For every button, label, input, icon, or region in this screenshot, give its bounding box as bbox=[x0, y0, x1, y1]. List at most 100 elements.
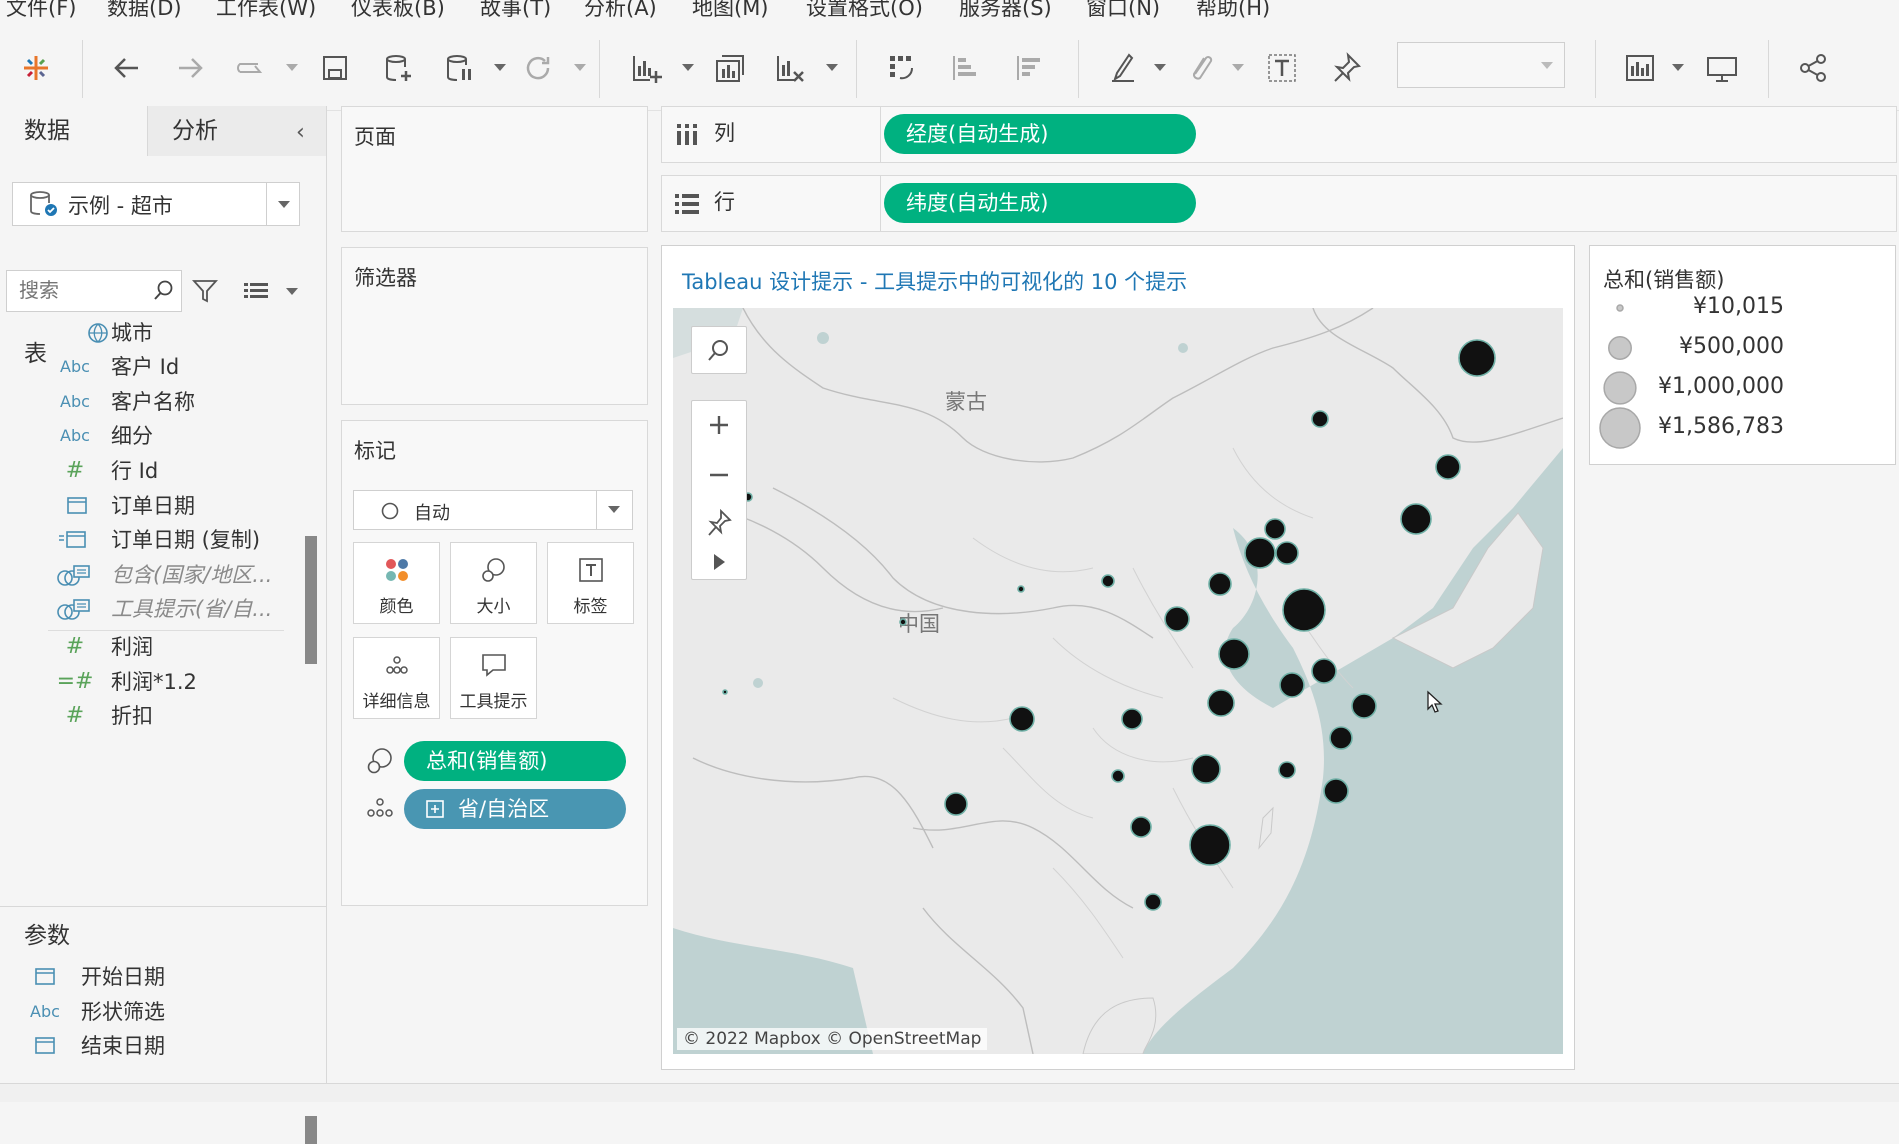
columns-shelf[interactable]: 列 bbox=[661, 106, 1897, 163]
duplicate-sheet-icon[interactable] bbox=[710, 48, 750, 88]
province-mark[interactable] bbox=[1218, 638, 1250, 670]
province-mark[interactable] bbox=[1244, 537, 1276, 569]
province-mark[interactable] bbox=[1264, 518, 1286, 540]
pause-updates-icon[interactable] bbox=[440, 48, 480, 88]
menu-window[interactable]: 窗口(N) bbox=[1086, 0, 1160, 18]
params-scrollbar[interactable] bbox=[305, 1116, 317, 1144]
share-icon[interactable] bbox=[1793, 48, 1833, 88]
field-item[interactable]: # 行 Id bbox=[0, 451, 300, 491]
zoom-in-icon[interactable] bbox=[707, 413, 731, 437]
province-mark[interactable] bbox=[1275, 541, 1299, 565]
field-item[interactable]: 工具提示(省/自... bbox=[0, 589, 300, 629]
search-input[interactable] bbox=[17, 279, 151, 304]
province-mark[interactable] bbox=[1208, 572, 1232, 596]
show-me-dropdown-icon[interactable] bbox=[1672, 64, 1684, 71]
field-item[interactable]: 订单日期 (复制) bbox=[0, 520, 300, 560]
province-mark[interactable] bbox=[1121, 708, 1143, 730]
datasource-selector[interactable]: 示例 - 超市 bbox=[12, 182, 300, 226]
province-mark[interactable] bbox=[1144, 893, 1162, 911]
province-mark[interactable] bbox=[1311, 658, 1337, 684]
map[interactable]: 蒙古 中国 © 2022 Mapbox © OpenStreetMap bbox=[673, 308, 1563, 1054]
redo-icon[interactable] bbox=[170, 48, 210, 88]
pause-updates-dropdown-icon[interactable] bbox=[494, 64, 506, 71]
menu-server[interactable]: 服务器(S) bbox=[959, 0, 1052, 18]
highlight-icon[interactable] bbox=[1104, 48, 1144, 88]
undo-icon[interactable] bbox=[107, 48, 147, 88]
size-button[interactable]: 大小 bbox=[450, 542, 537, 624]
clear-sheet-icon[interactable] bbox=[770, 48, 810, 88]
tab-data[interactable]: 数据 bbox=[0, 106, 147, 156]
new-datasource-icon[interactable] bbox=[378, 48, 418, 88]
fields-scrollbar[interactable] bbox=[305, 536, 317, 664]
view-options-icon[interactable] bbox=[243, 281, 269, 301]
show-mark-labels-icon[interactable] bbox=[1262, 48, 1302, 88]
highlight-dropdown-icon[interactable] bbox=[1154, 64, 1166, 71]
mark-type-dropdown[interactable]: 自动 bbox=[353, 490, 633, 530]
view-options-dropdown-icon[interactable] bbox=[286, 288, 298, 295]
replay-dropdown-icon[interactable] bbox=[286, 64, 298, 71]
legend-item[interactable]: ¥1,000,000 bbox=[1590, 368, 1890, 408]
province-mark[interactable] bbox=[1458, 339, 1496, 377]
pill-province[interactable]: 省/自治区 bbox=[404, 789, 626, 829]
province-mark[interactable] bbox=[1111, 769, 1125, 783]
province-mark[interactable] bbox=[944, 792, 968, 816]
refresh-dropdown-icon[interactable] bbox=[574, 64, 586, 71]
field-item[interactable]: # 利润 bbox=[0, 627, 300, 667]
detail-button[interactable]: 详细信息 bbox=[353, 637, 440, 719]
province-mark[interactable] bbox=[1101, 574, 1115, 588]
legend-item[interactable]: ¥1,586,783 bbox=[1590, 407, 1890, 449]
legend-item[interactable]: ¥500,000 bbox=[1590, 328, 1890, 368]
legend-item[interactable]: ¥10,015 bbox=[1590, 288, 1890, 328]
group-dropdown-icon[interactable] bbox=[1232, 64, 1244, 71]
sort-ascending-icon[interactable] bbox=[946, 48, 986, 88]
rows-shelf[interactable]: 行 bbox=[661, 175, 1897, 232]
province-mark[interactable] bbox=[1435, 454, 1461, 480]
field-search[interactable] bbox=[6, 270, 182, 312]
province-mark[interactable] bbox=[899, 618, 907, 626]
tooltip-button[interactable]: 工具提示 bbox=[450, 637, 537, 719]
menu-worksheet[interactable]: 工作表(W) bbox=[216, 0, 316, 18]
province-mark[interactable] bbox=[1017, 585, 1025, 593]
menu-file[interactable]: 文件(F) bbox=[6, 0, 76, 18]
expand-toolbar-icon[interactable] bbox=[710, 551, 728, 573]
refresh-icon[interactable] bbox=[518, 48, 558, 88]
menu-data[interactable]: 数据(D) bbox=[107, 0, 182, 18]
pill-latitude[interactable]: 纬度(自动生成) bbox=[884, 183, 1196, 223]
map-search-button[interactable] bbox=[691, 326, 747, 374]
pages-shelf[interactable]: 页面 bbox=[341, 106, 648, 232]
province-mark[interactable] bbox=[1282, 588, 1326, 632]
show-me-icon[interactable] bbox=[1620, 48, 1660, 88]
parameter-item[interactable]: 开始日期 bbox=[0, 957, 300, 997]
pill-longitude[interactable]: 经度(自动生成) bbox=[884, 114, 1196, 154]
menu-dashboard[interactable]: 仪表板(B) bbox=[351, 0, 445, 18]
province-mark[interactable] bbox=[1130, 816, 1152, 838]
province-mark[interactable] bbox=[1279, 672, 1305, 698]
province-mark[interactable] bbox=[1164, 606, 1190, 632]
menu-help[interactable]: 帮助(H) bbox=[1196, 0, 1270, 18]
new-worksheet-dropdown-icon[interactable] bbox=[682, 64, 694, 71]
clear-sheet-dropdown-icon[interactable] bbox=[826, 64, 838, 71]
field-item[interactable]: Abc 客户 Id bbox=[0, 347, 300, 387]
tableau-logo-icon[interactable] bbox=[16, 48, 56, 88]
group-members-icon[interactable] bbox=[1180, 48, 1220, 88]
province-mark[interactable] bbox=[1400, 503, 1432, 535]
field-item[interactable]: # 折扣 bbox=[0, 696, 300, 736]
datasource-dropdown-icon[interactable] bbox=[278, 201, 290, 208]
province-mark[interactable] bbox=[1351, 693, 1377, 719]
expand-hierarchy-icon[interactable] bbox=[426, 800, 444, 818]
fit-dropdown[interactable] bbox=[1397, 42, 1565, 88]
search-icon[interactable] bbox=[153, 279, 175, 303]
fix-axes-icon[interactable] bbox=[1326, 48, 1366, 88]
menu-story[interactable]: 故事(T) bbox=[480, 0, 551, 18]
zoom-out-icon[interactable] bbox=[707, 463, 731, 487]
province-mark[interactable] bbox=[1207, 689, 1235, 717]
field-item[interactable]: Abc 细分 bbox=[0, 416, 300, 456]
province-mark[interactable] bbox=[1278, 761, 1296, 779]
presentation-mode-icon[interactable] bbox=[1702, 48, 1742, 88]
menu-format[interactable]: 设置格式(O) bbox=[806, 0, 923, 18]
replay-icon[interactable] bbox=[232, 48, 272, 88]
label-button[interactable]: 标签 bbox=[547, 542, 634, 624]
pin-map-icon[interactable] bbox=[706, 509, 732, 537]
province-mark[interactable] bbox=[1311, 410, 1329, 428]
filters-shelf[interactable]: 筛选器 bbox=[341, 247, 648, 405]
